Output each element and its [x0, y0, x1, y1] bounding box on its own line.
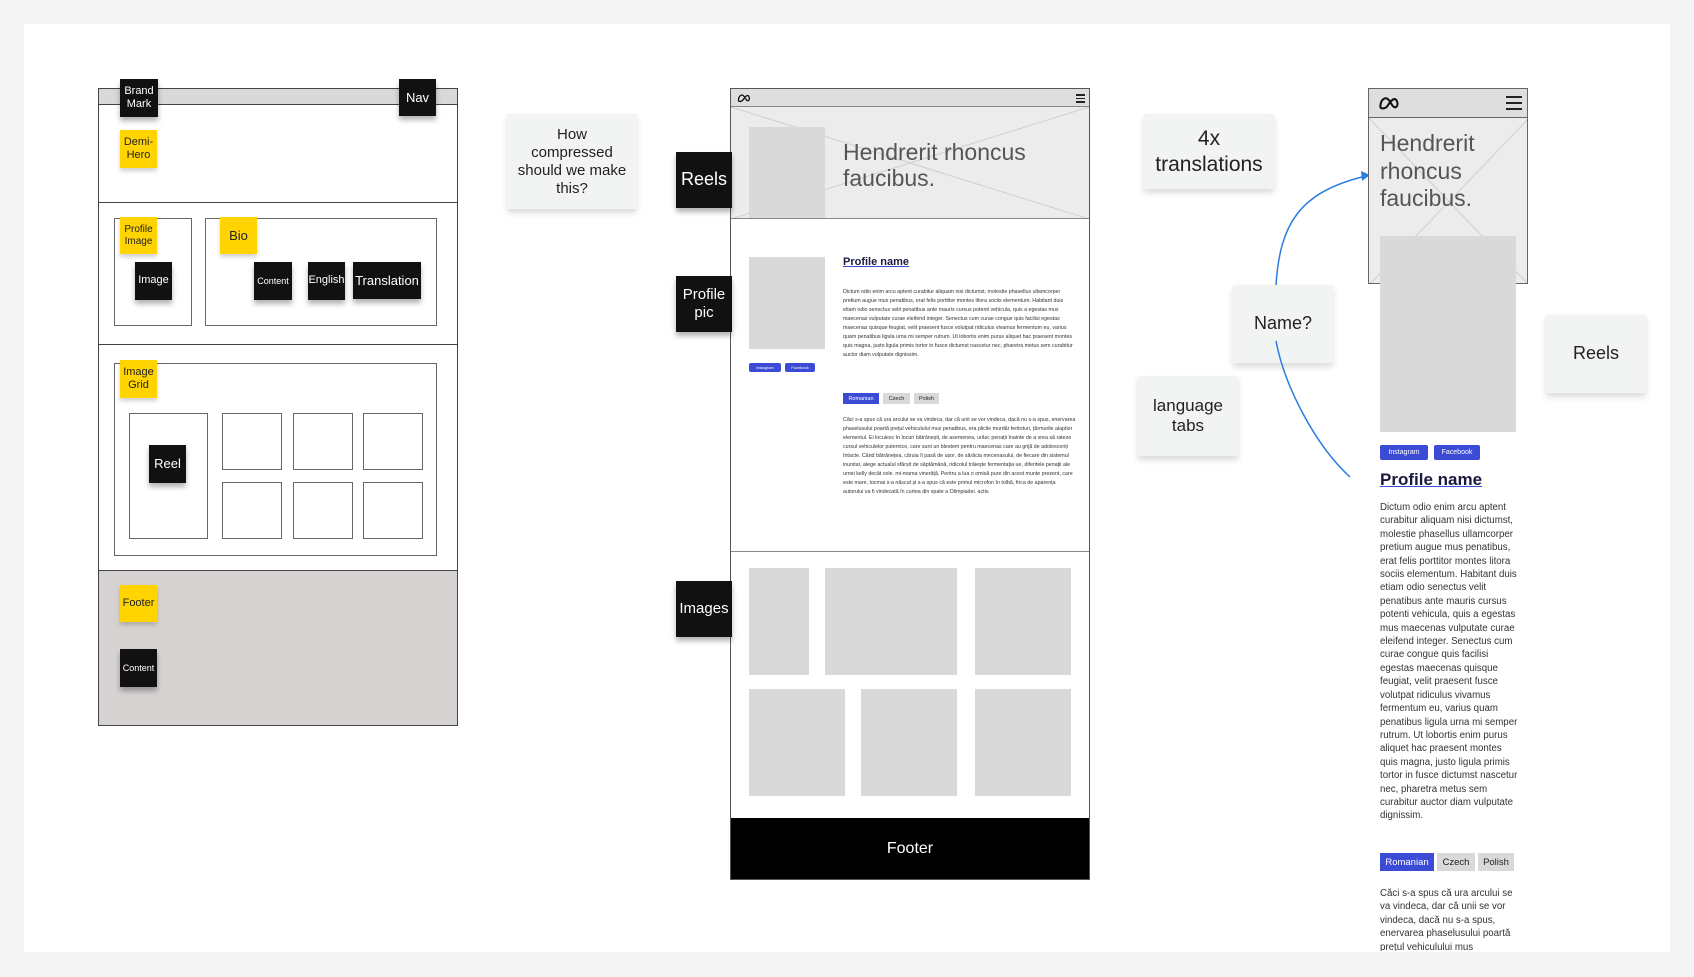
mobile-profile-name[interactable]: Profile name — [1380, 470, 1482, 490]
mobile-reels-thumbnail[interactable] — [1380, 236, 1516, 432]
instagram-button[interactable]: Instagram — [1380, 445, 1428, 460]
mobile-hero-title: Hendrerit rhoncus faucibus. — [1380, 130, 1475, 212]
hamburger-menu-icon[interactable] — [1506, 96, 1522, 112]
mobile-romanian-text: Căci s-a spus că ura arcului se va vinde… — [1380, 888, 1513, 951]
facebook-button[interactable]: Facebook — [1434, 445, 1480, 460]
mobile-bio-text: Dictum odio enim arcu aptent curabitur a… — [1380, 502, 1518, 822]
tab-romanian[interactable]: Romanian — [1380, 853, 1434, 871]
mobile-mockup-header — [1368, 88, 1528, 118]
tab-czech[interactable]: Czech — [1437, 853, 1475, 871]
tab-polish[interactable]: Polish — [1478, 853, 1514, 871]
whiteboard-canvas: Brand Mark Nav Demi-Hero Profile Image I… — [24, 24, 1670, 952]
meta-logo-icon[interactable] — [1378, 96, 1400, 110]
